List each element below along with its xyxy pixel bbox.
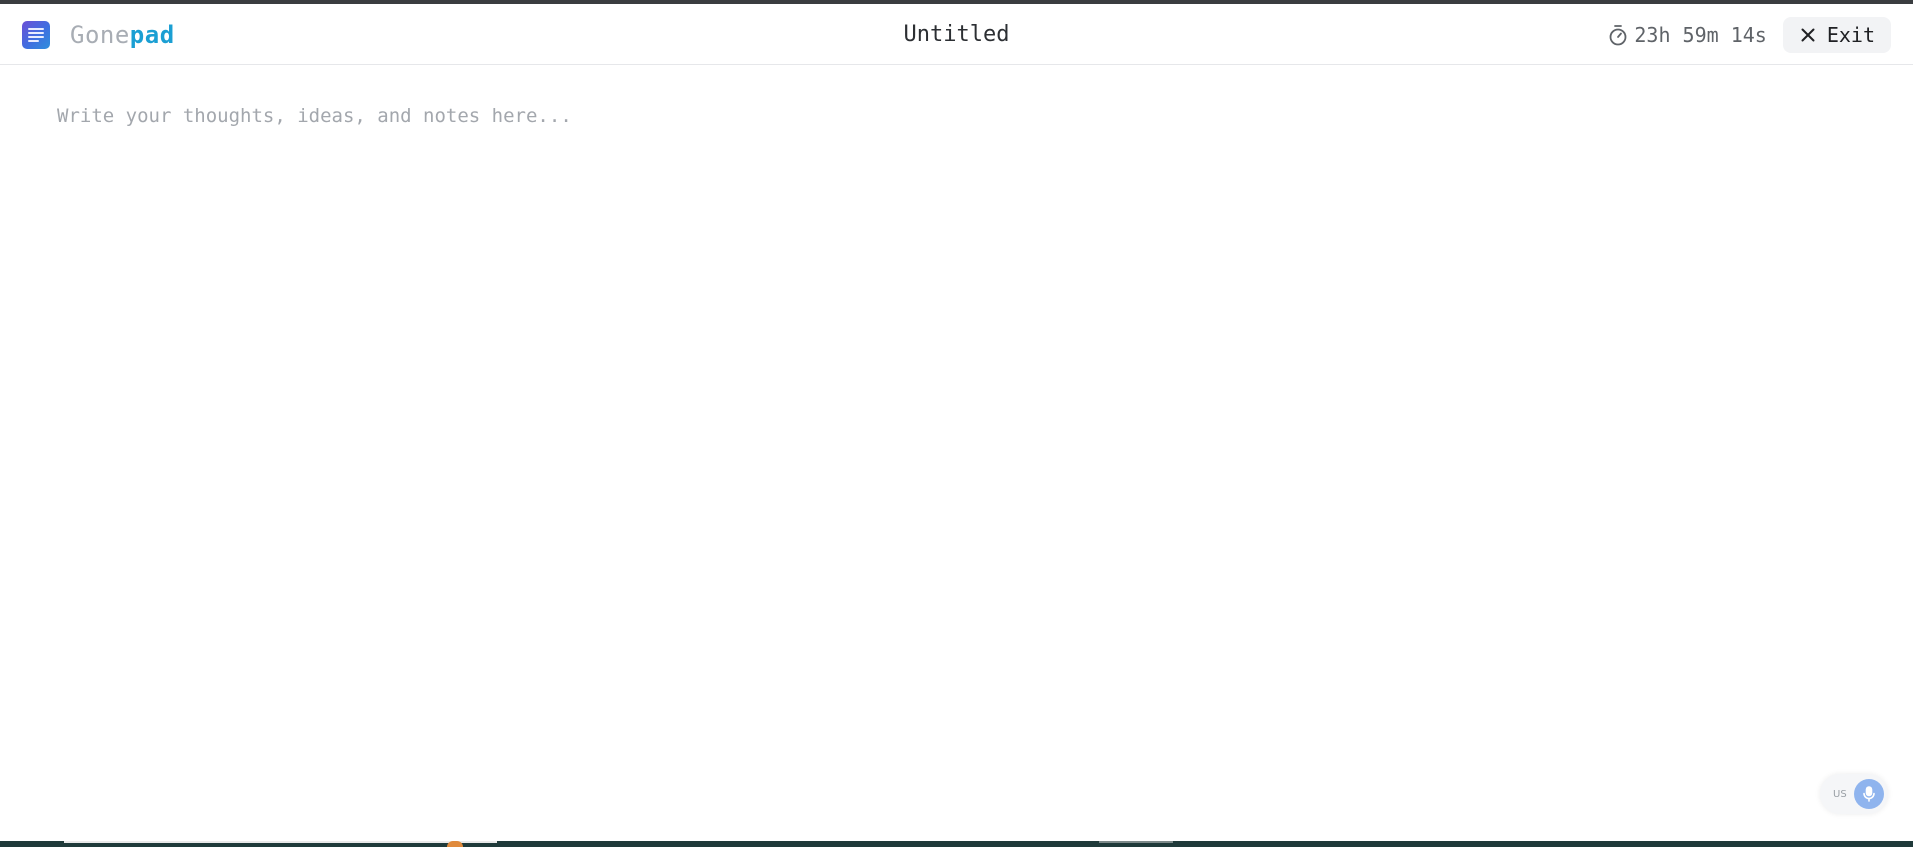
close-icon bbox=[1801, 28, 1815, 42]
editor-area bbox=[0, 66, 1913, 841]
brand-name: Gonepad bbox=[70, 21, 175, 49]
header-tools: 23h 59m 14s Exit bbox=[1608, 17, 1891, 53]
microphone-button[interactable] bbox=[1854, 779, 1884, 809]
voice-input-widget: US bbox=[1820, 774, 1888, 814]
notepad-logo-icon bbox=[22, 21, 50, 49]
app-header: Gonepad Untitled 23h 59m 14s Exit bbox=[0, 4, 1913, 65]
microphone-icon bbox=[1863, 786, 1875, 802]
taskbar-strip bbox=[0, 841, 1913, 847]
exit-button[interactable]: Exit bbox=[1782, 17, 1891, 53]
stopwatch-icon bbox=[1609, 25, 1627, 46]
timer-value: 23h 59m 14s bbox=[1634, 23, 1767, 47]
brand-name-part2: pad bbox=[129, 21, 175, 49]
taskbar-app-icon bbox=[447, 841, 463, 847]
session-timer: 23h 59m 14s bbox=[1608, 23, 1767, 47]
note-editor[interactable] bbox=[57, 102, 1857, 802]
document-title[interactable]: Untitled bbox=[904, 22, 1010, 47]
taskbar-window-indicator bbox=[1099, 841, 1173, 843]
brand-name-part1: Gone bbox=[70, 21, 130, 49]
exit-button-label: Exit bbox=[1826, 23, 1875, 47]
voice-language-label[interactable]: US bbox=[1833, 789, 1847, 800]
brand[interactable]: Gonepad bbox=[22, 21, 175, 49]
taskbar-window-indicator bbox=[64, 841, 497, 843]
